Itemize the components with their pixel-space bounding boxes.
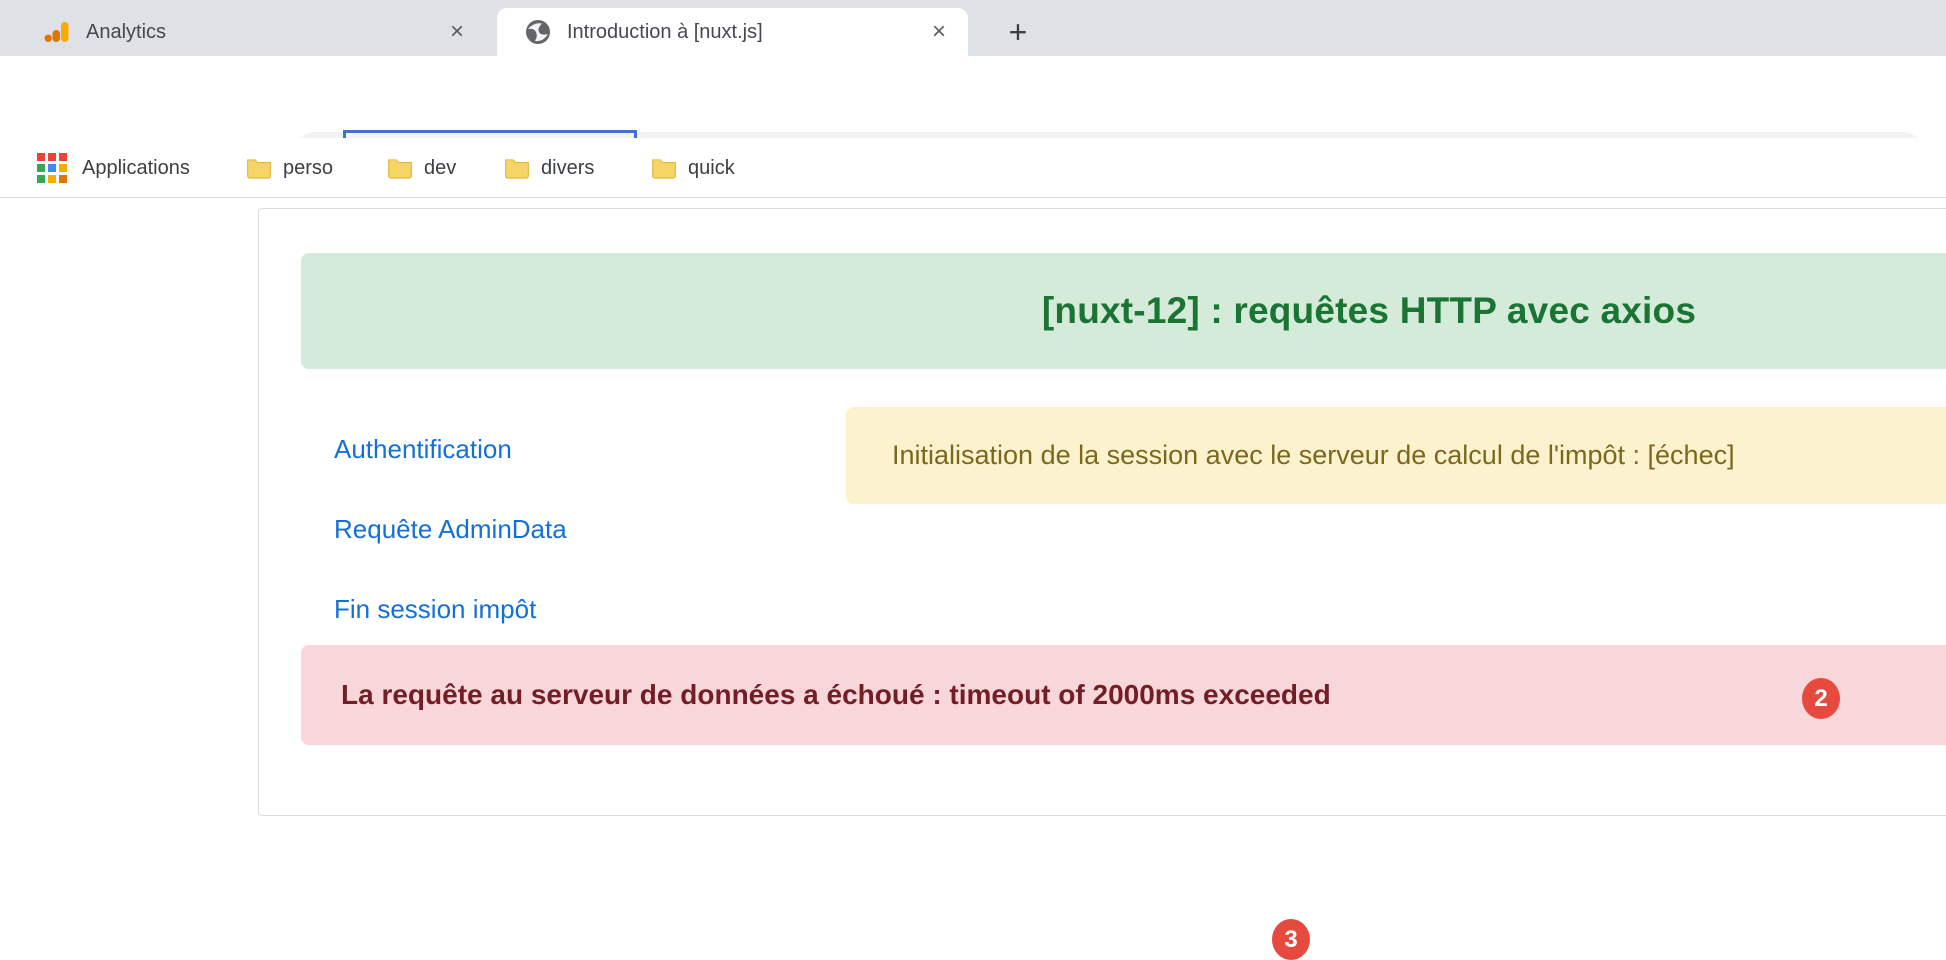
link-requete-admindata[interactable]: Requête AdminData [334, 514, 567, 545]
warning-text: Initialisation de la session avec le ser… [892, 440, 1735, 471]
close-tab-icon[interactable]: × [922, 15, 956, 49]
annotation-badge-2: 2 [1802, 678, 1840, 719]
tab-title: Analytics [86, 21, 440, 44]
bookmark-label: Applications [82, 157, 190, 180]
folder-icon [504, 157, 530, 179]
tab-analytics[interactable]: Analytics × [16, 8, 486, 56]
bookmark-label: divers [541, 157, 594, 180]
page-viewport: [nuxt-12] : requêtes HTTP avec axios Aut… [0, 199, 1946, 846]
annotation-badge-3: 3 [1272, 919, 1310, 960]
bookmark-folder-dev[interactable]: dev [387, 138, 456, 198]
content-card: [nuxt-12] : requêtes HTTP avec axios Aut… [258, 208, 1946, 816]
bookmark-apps[interactable]: Applications [37, 138, 190, 198]
page-title: [nuxt-12] : requêtes HTTP avec axios [1042, 290, 1696, 332]
folder-icon [387, 157, 413, 179]
bookmark-label: dev [424, 157, 456, 180]
folder-icon [651, 157, 677, 179]
bookmark-folder-perso[interactable]: perso [246, 138, 333, 198]
tab-strip: Analytics × Introduction à [nuxt.js] × + [0, 0, 1946, 56]
link-fin-session-impot[interactable]: Fin session impôt [334, 594, 536, 625]
success-banner: [nuxt-12] : requêtes HTTP avec axios [301, 253, 1946, 369]
folder-icon [246, 157, 272, 179]
bookmark-folder-quick[interactable]: quick [651, 138, 735, 198]
error-alert: La requête au serveur de données a échou… [301, 645, 1946, 745]
browser-toolbar: localhost:81/nuxt-12/ 1 [0, 56, 1946, 138]
bookmark-label: perso [283, 157, 333, 180]
error-text: La requête au serveur de données a échou… [341, 679, 1331, 711]
new-tab-button[interactable]: + [998, 12, 1038, 52]
globe-icon [525, 19, 551, 45]
apps-grid-icon [37, 153, 68, 184]
analytics-icon [44, 19, 70, 45]
bookmark-folder-divers[interactable]: divers [504, 138, 594, 198]
tab-nuxt-active[interactable]: Introduction à [nuxt.js] × [497, 8, 968, 56]
link-authentification[interactable]: Authentification [334, 434, 512, 465]
close-tab-icon[interactable]: × [440, 15, 474, 49]
browser-window: Analytics × Introduction à [nuxt.js] × + [0, 0, 1946, 846]
bookmarks-bar: Applications perso dev divers quick [0, 138, 1946, 198]
bookmark-label: quick [688, 157, 735, 180]
warning-alert: Initialisation de la session avec le ser… [846, 407, 1946, 504]
tab-title: Introduction à [nuxt.js] [567, 21, 922, 44]
